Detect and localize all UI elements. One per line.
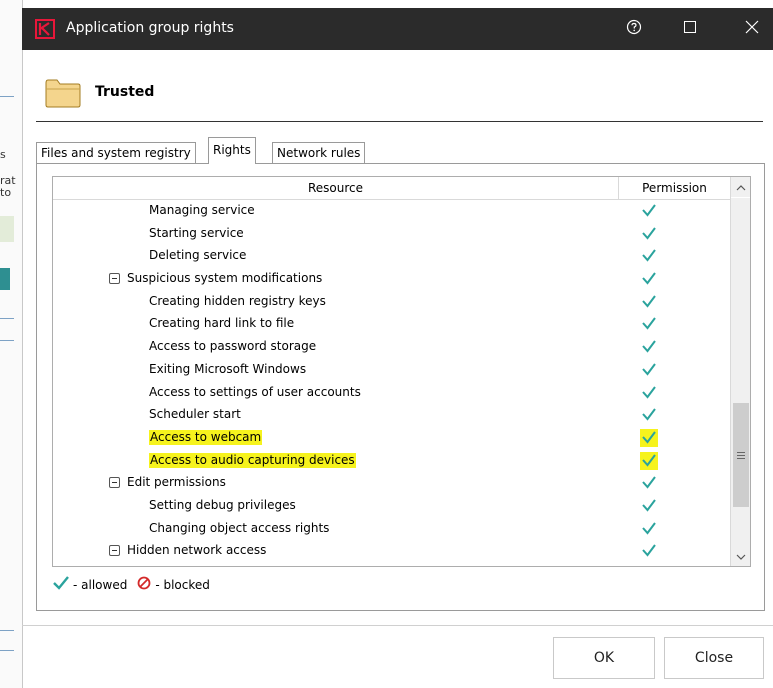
allowed-check-icon[interactable] — [640, 224, 658, 242]
background-line — [0, 650, 14, 651]
allowed-check-icon[interactable] — [640, 405, 658, 423]
collapse-icon[interactable] — [109, 545, 120, 557]
background-line — [0, 318, 14, 319]
resource-label: Starting service — [149, 225, 244, 240]
allowed-check-icon[interactable] — [640, 201, 658, 219]
table-row[interactable]: Starting service — [53, 223, 730, 246]
background-fragment: to — [0, 186, 12, 199]
chevron-up-icon — [736, 180, 746, 195]
table-row[interactable]: Access to settings of user accounts — [53, 382, 730, 405]
allowed-check-icon[interactable] — [640, 451, 658, 469]
resource-label: Changing object access rights — [149, 520, 330, 535]
maximize-icon — [684, 21, 696, 37]
resource-label: Edit permissions — [127, 475, 226, 490]
chevron-down-icon — [736, 549, 746, 564]
table-row[interactable]: Exiting Microsoft Windows — [53, 359, 730, 382]
help-icon — [626, 19, 642, 39]
vertical-scrollbar[interactable] — [730, 177, 750, 566]
background-line — [0, 96, 14, 97]
scroll-down-button[interactable] — [731, 546, 750, 566]
allowed-check-icon[interactable] — [640, 473, 658, 491]
allowed-check-icon[interactable] — [640, 292, 658, 310]
resource-label: Creating hidden registry keys — [149, 293, 326, 308]
kaspersky-logo-icon — [35, 19, 55, 39]
column-header-resource[interactable]: Resource — [53, 177, 619, 199]
rights-table[interactable]: Resource Permission Managing service Star… — [52, 176, 751, 567]
resource-label: Suspicious system modifications — [127, 271, 323, 286]
table-row[interactable]: Deleting service — [53, 245, 730, 268]
tab-network-rules[interactable]: Network rules — [272, 142, 366, 163]
folder-icon — [44, 77, 82, 109]
help-button[interactable] — [614, 14, 654, 44]
title-bar[interactable]: Application group rights — [22, 8, 773, 50]
tab-files-and-registry[interactable]: Files and system registry — [36, 142, 196, 163]
blocked-icon — [137, 576, 151, 593]
close-button[interactable]: Close — [664, 637, 764, 679]
table-header: Resource Permission — [53, 177, 730, 200]
resource-label: Exiting Microsoft Windows — [149, 361, 307, 376]
table-row[interactable]: Setting debug privileges — [53, 495, 730, 518]
background-line — [0, 630, 14, 631]
resource-label: Deleting service — [149, 248, 247, 263]
resource-label: Access to settings of user accounts — [149, 384, 361, 399]
group-name: Trusted — [95, 84, 155, 100]
resource-label: Scheduler start — [149, 407, 241, 422]
allowed-check-icon[interactable] — [640, 496, 658, 514]
header-divider — [36, 121, 763, 122]
resource-label: Hidden network access — [127, 543, 267, 558]
allowed-check-icon[interactable] — [640, 337, 658, 355]
legend: - allowed - blocked — [53, 576, 214, 593]
allowed-check-icon[interactable] — [640, 246, 658, 264]
resource-label: Access to password storage — [149, 339, 317, 354]
collapse-icon[interactable] — [109, 477, 120, 489]
background-fragment: rat — [0, 174, 16, 187]
allowed-check-icon — [53, 576, 69, 593]
allowed-check-icon[interactable] — [640, 269, 658, 287]
scrollbar-thumb[interactable] — [733, 403, 749, 507]
table-row[interactable]: Access to audio capturing devices — [53, 450, 730, 473]
allowed-check-icon[interactable] — [640, 428, 658, 446]
maximize-button[interactable] — [670, 14, 710, 44]
close-icon — [745, 20, 759, 38]
table-row[interactable]: Suspicious system modifications — [53, 268, 730, 291]
resource-label: Access to audio capturing devices — [149, 452, 356, 468]
table-body: Managing service Starting service Deleting… — [53, 200, 730, 563]
legend-blocked-label: - blocked — [155, 577, 210, 592]
table-row[interactable]: Hidden network access — [53, 540, 730, 563]
resource-label: Managing service — [149, 203, 255, 217]
collapse-icon[interactable] — [109, 273, 120, 285]
allowed-check-icon[interactable] — [640, 519, 658, 537]
allowed-check-icon[interactable] — [640, 383, 658, 401]
footer-divider — [22, 625, 773, 626]
background-block — [0, 268, 10, 290]
background-line — [0, 340, 14, 341]
close-window-button[interactable] — [732, 14, 772, 44]
allowed-check-icon[interactable] — [640, 360, 658, 378]
tab-rights[interactable]: Rights — [208, 137, 256, 164]
allowed-check-icon[interactable] — [640, 314, 658, 332]
legend-allowed-label: - allowed — [73, 577, 128, 592]
background-block — [0, 216, 14, 242]
column-header-permission[interactable]: Permission — [619, 177, 730, 199]
background-window: s rat to — [0, 0, 23, 688]
scroll-up-button[interactable] — [731, 177, 750, 198]
resource-label: Access to webcam — [149, 429, 263, 445]
table-row[interactable]: Managing service — [53, 200, 730, 223]
table-row[interactable]: Scheduler start — [53, 404, 730, 427]
table-row[interactable]: Access to webcam — [53, 427, 730, 450]
allowed-check-icon[interactable] — [640, 541, 658, 559]
table-row[interactable]: Changing object access rights — [53, 518, 730, 541]
grip-icon — [737, 448, 745, 462]
window-title: Application group rights — [66, 20, 234, 36]
ok-button[interactable]: OK — [553, 637, 655, 679]
resource-label: Creating hard link to file — [149, 316, 295, 331]
background-fragment: s — [0, 148, 6, 161]
table-row[interactable]: Access to password storage — [53, 336, 730, 359]
resource-label: Setting debug privileges — [149, 497, 296, 512]
table-row[interactable]: Creating hard link to file — [53, 313, 730, 336]
table-row[interactable]: Creating hidden registry keys — [53, 291, 730, 314]
table-row[interactable]: Edit permissions — [53, 472, 730, 495]
